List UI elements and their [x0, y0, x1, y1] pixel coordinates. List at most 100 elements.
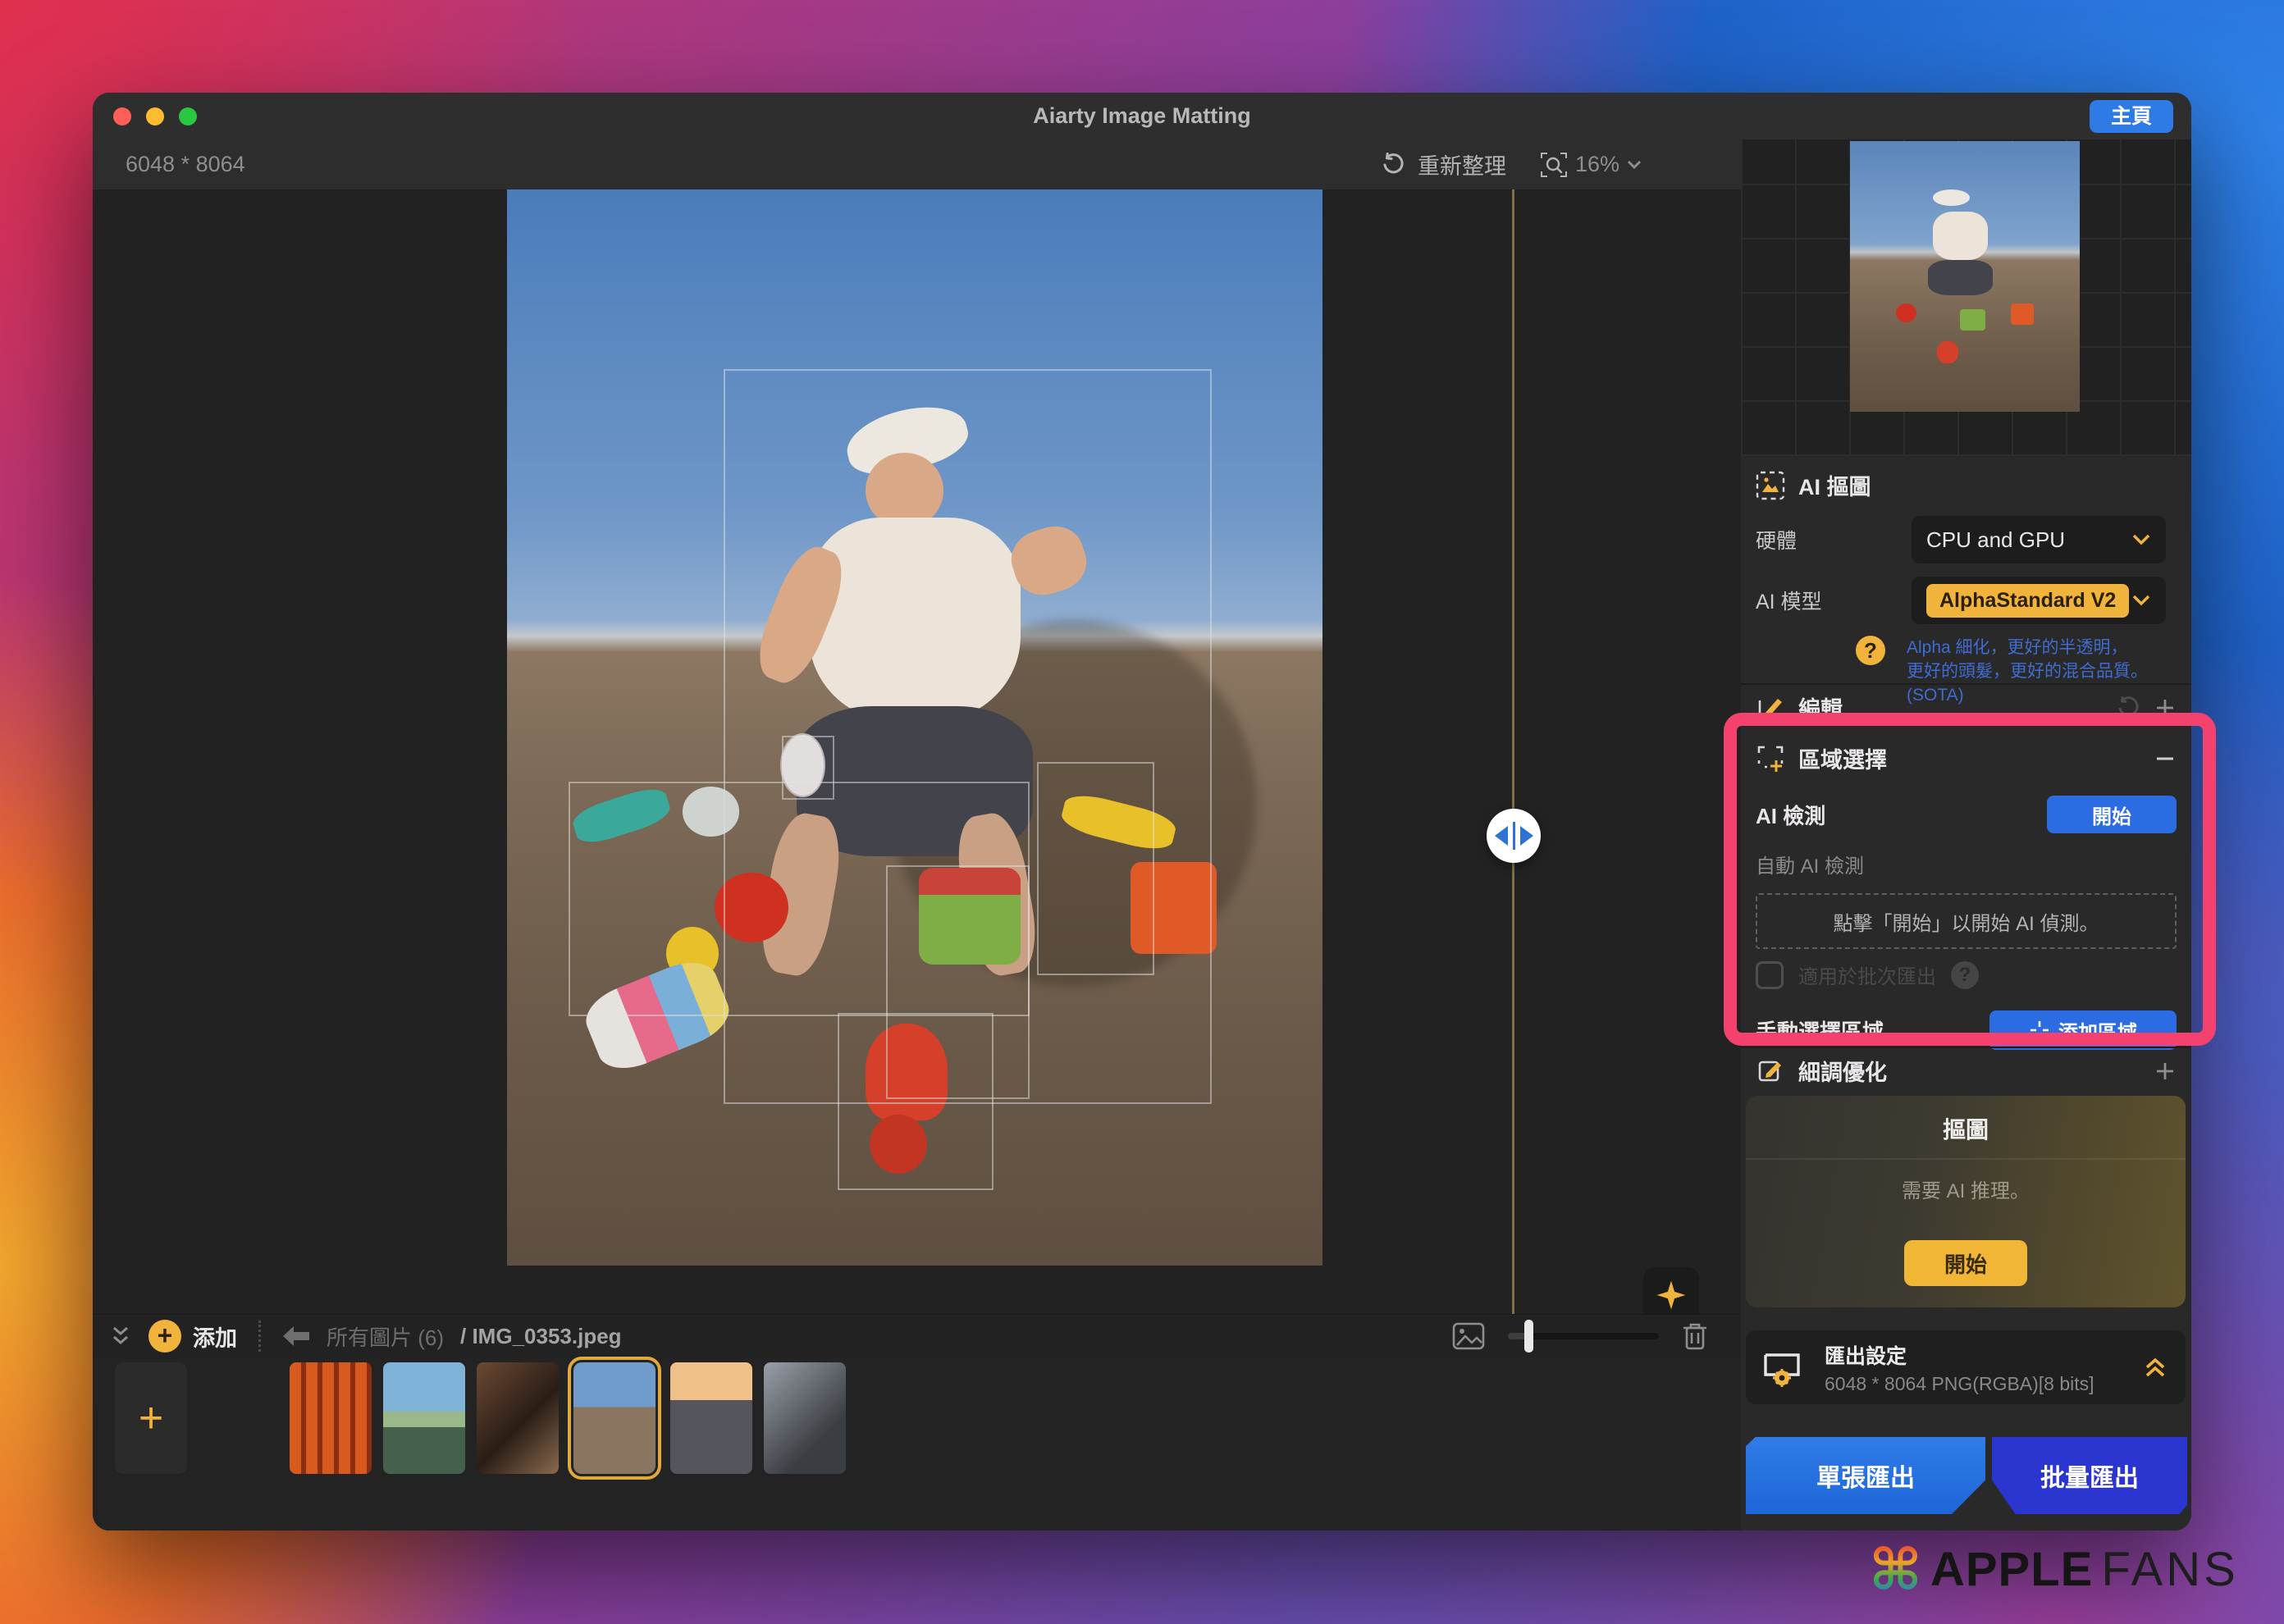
- hardware-row: 硬體 CPU and GPU: [1741, 509, 2191, 570]
- export-batch-button[interactable]: 批量匯出: [1992, 1437, 2187, 1514]
- manual-select-label: 手動選擇區域: [1756, 1015, 1884, 1046]
- ai-detect-row: AI 檢測 開始: [1741, 782, 2191, 840]
- ai-detect-start-button[interactable]: 開始: [2047, 796, 2177, 833]
- matting-start-button[interactable]: 開始: [1904, 1240, 2027, 1286]
- thumbnail-size-slider[interactable]: [1508, 1333, 1659, 1339]
- watermark-bold: APPLE: [1930, 1542, 2093, 1597]
- divider: [258, 1321, 261, 1352]
- export-buttons: 單張匯出 批量匯出: [1746, 1437, 2187, 1514]
- hardware-value: CPU and GPU: [1926, 527, 2065, 553]
- thumbnail-person-by-window[interactable]: [670, 1362, 752, 1474]
- selection-rect-right-bucket[interactable]: [1037, 762, 1154, 975]
- filmstrip-toolbar: + 添加 所有圖片 (6) / IMG_0353.jpeg: [93, 1314, 1741, 1357]
- expand-plus-icon[interactable]: [2154, 696, 2177, 719]
- zoom-level: 16%: [1575, 152, 1619, 177]
- matting-status: 需要 AI 推理。: [1746, 1160, 2186, 1203]
- ai-enhance-button[interactable]: [1643, 1267, 1699, 1314]
- chevron-down-icon: [2131, 594, 2151, 607]
- ai-matting-section: AI 摳圖 硬體 CPU and GPU AI 模型 AlphaStandard…: [1741, 456, 2191, 683]
- double-chevron-up-icon[interactable]: [2141, 1353, 2169, 1381]
- thumbnail-size-icon: [1452, 1322, 1485, 1350]
- region-selection-section: 區域選擇 AI 檢測 開始 自動 AI 檢測 點擊「開始」以開始 AI 偵測。: [1741, 724, 2191, 1047]
- model-row: AI 模型 AlphaStandard V2: [1741, 570, 2191, 631]
- edit-icon: [1756, 693, 1785, 723]
- add-label: 添加: [193, 1321, 237, 1353]
- help-icon[interactable]: ?: [1856, 636, 1885, 665]
- compare-split-line: [1512, 189, 1514, 1314]
- apply-batch-checkbox[interactable]: [1756, 961, 1784, 989]
- window-title: Aiarty Image Matting: [93, 93, 2191, 139]
- export-settings-title: 匯出設定: [1825, 1340, 2094, 1370]
- result-preview-thumbnail[interactable]: [1850, 141, 2080, 412]
- export-settings-icon: [1762, 1347, 1808, 1388]
- command-rainbow-icon: ⌘: [1869, 1544, 1922, 1596]
- collapse-minus-icon[interactable]: [2154, 747, 2177, 770]
- fine-tune-section[interactable]: 細調優化: [1741, 1048, 2191, 1088]
- selection-rect-cup[interactable]: [782, 736, 834, 799]
- sparkle-icon: [1656, 1280, 1687, 1311]
- editor-area: 6048 * 8064 重新整理: [93, 139, 1741, 1530]
- settings-panel: AI 摳圖 硬體 CPU and GPU AI 模型 AlphaStandard…: [1741, 139, 2191, 1530]
- chevron-down-icon: [2131, 533, 2151, 546]
- thumbnail-man-grey-hoodie[interactable]: [764, 1362, 846, 1474]
- matting-title: 摳圖: [1746, 1096, 2186, 1145]
- edit-section[interactable]: 編輯: [1741, 685, 2191, 723]
- split-left-arrow-icon: [1495, 826, 1508, 846]
- home-button[interactable]: 主頁: [2090, 100, 2173, 133]
- model-value: AlphaStandard V2: [1926, 584, 2129, 618]
- ai-matting-title: AI 摳圖: [1798, 469, 1871, 501]
- region-select-title: 區域選擇: [1798, 742, 1887, 774]
- add-region-button[interactable]: 添加區域: [1989, 1010, 2177, 1050]
- refresh-label: 重新整理: [1418, 148, 1506, 180]
- auto-detect-label: 自動 AI 檢測: [1756, 850, 1864, 878]
- desktop: Aiarty Image Matting 主頁 6048 * 8064 重新整理: [0, 0, 2284, 1624]
- model-dropdown[interactable]: AlphaStandard V2: [1912, 577, 2166, 624]
- thumbnail-beach-child-selected[interactable]: [573, 1362, 656, 1474]
- image-canvas[interactable]: [93, 189, 1741, 1314]
- slider-handle[interactable]: [1524, 1320, 1533, 1353]
- hardware-label: 硬體: [1756, 525, 1912, 554]
- ai-matting-icon: [1756, 471, 1785, 500]
- watermark: ⌘ APPLE FANS: [1869, 1542, 2239, 1597]
- add-images-button[interactable]: + 添加: [148, 1320, 237, 1353]
- ai-detect-placeholder: 點擊「開始」以開始 AI 偵測。: [1756, 893, 2177, 949]
- app-window: Aiarty Image Matting 主頁 6048 * 8064 重新整理: [93, 93, 2191, 1530]
- image-dimensions: 6048 * 8064: [126, 139, 245, 189]
- zoom-control[interactable]: 16%: [1539, 150, 1642, 180]
- export-single-button[interactable]: 單張匯出: [1746, 1437, 1985, 1514]
- trash-icon[interactable]: [1682, 1321, 1708, 1351]
- model-label: AI 模型: [1756, 586, 1912, 615]
- breadcrumb-all-images[interactable]: 所有圖片 (6): [327, 1321, 444, 1352]
- chevron-down-icon: [1626, 159, 1642, 171]
- undo-icon[interactable]: [2116, 696, 2140, 720]
- batch-checkbox-row: 適用於批次匯出 ?: [1741, 957, 2191, 996]
- compare-split-handle[interactable]: [1487, 809, 1541, 863]
- titlebar: Aiarty Image Matting 主頁: [93, 93, 2191, 140]
- add-image-tile[interactable]: +: [115, 1362, 187, 1474]
- canvas-toolbar: 6048 * 8064 重新整理: [93, 139, 1741, 189]
- magnifier-icon: [1539, 150, 1569, 180]
- back-arrow-icon[interactable]: [282, 1325, 310, 1347]
- crosshair-plus-icon: [2029, 1020, 2050, 1041]
- apply-batch-label: 適用於批次匯出: [1798, 960, 1936, 989]
- matting-card: 摳圖 需要 AI 推理。 開始: [1746, 1096, 2186, 1307]
- hardware-dropdown[interactable]: CPU and GPU: [1912, 516, 2166, 563]
- region-select-icon: [1756, 744, 1785, 773]
- fine-tune-title: 細調優化: [1798, 1055, 1887, 1087]
- split-right-arrow-icon: [1520, 826, 1533, 846]
- help-icon-disabled: ?: [1951, 961, 1979, 989]
- thumbnail-torii-gates[interactable]: [290, 1362, 372, 1474]
- edit-title: 編輯: [1798, 691, 1843, 723]
- export-settings-card[interactable]: 匯出設定 6048 * 8064 PNG(RGBA)[8 bits]: [1746, 1330, 2186, 1404]
- export-settings-subtitle: 6048 * 8064 PNG(RGBA)[8 bits]: [1825, 1373, 2094, 1395]
- filmstrip: +: [93, 1362, 1741, 1477]
- thumbnail-dog-closeup[interactable]: [477, 1362, 559, 1474]
- collapse-filmstrip-icon[interactable]: [109, 1324, 132, 1348]
- selection-rect-red-shovel[interactable]: [838, 1013, 994, 1191]
- expand-plus-icon[interactable]: [2154, 1060, 2177, 1083]
- split-divider: [1513, 822, 1515, 850]
- fine-tune-icon: [1756, 1056, 1785, 1086]
- ai-detect-label: AI 檢測: [1756, 800, 1825, 830]
- thumbnail-lakeside-child[interactable]: [383, 1362, 465, 1474]
- refresh-button[interactable]: 重新整理: [1378, 148, 1506, 180]
